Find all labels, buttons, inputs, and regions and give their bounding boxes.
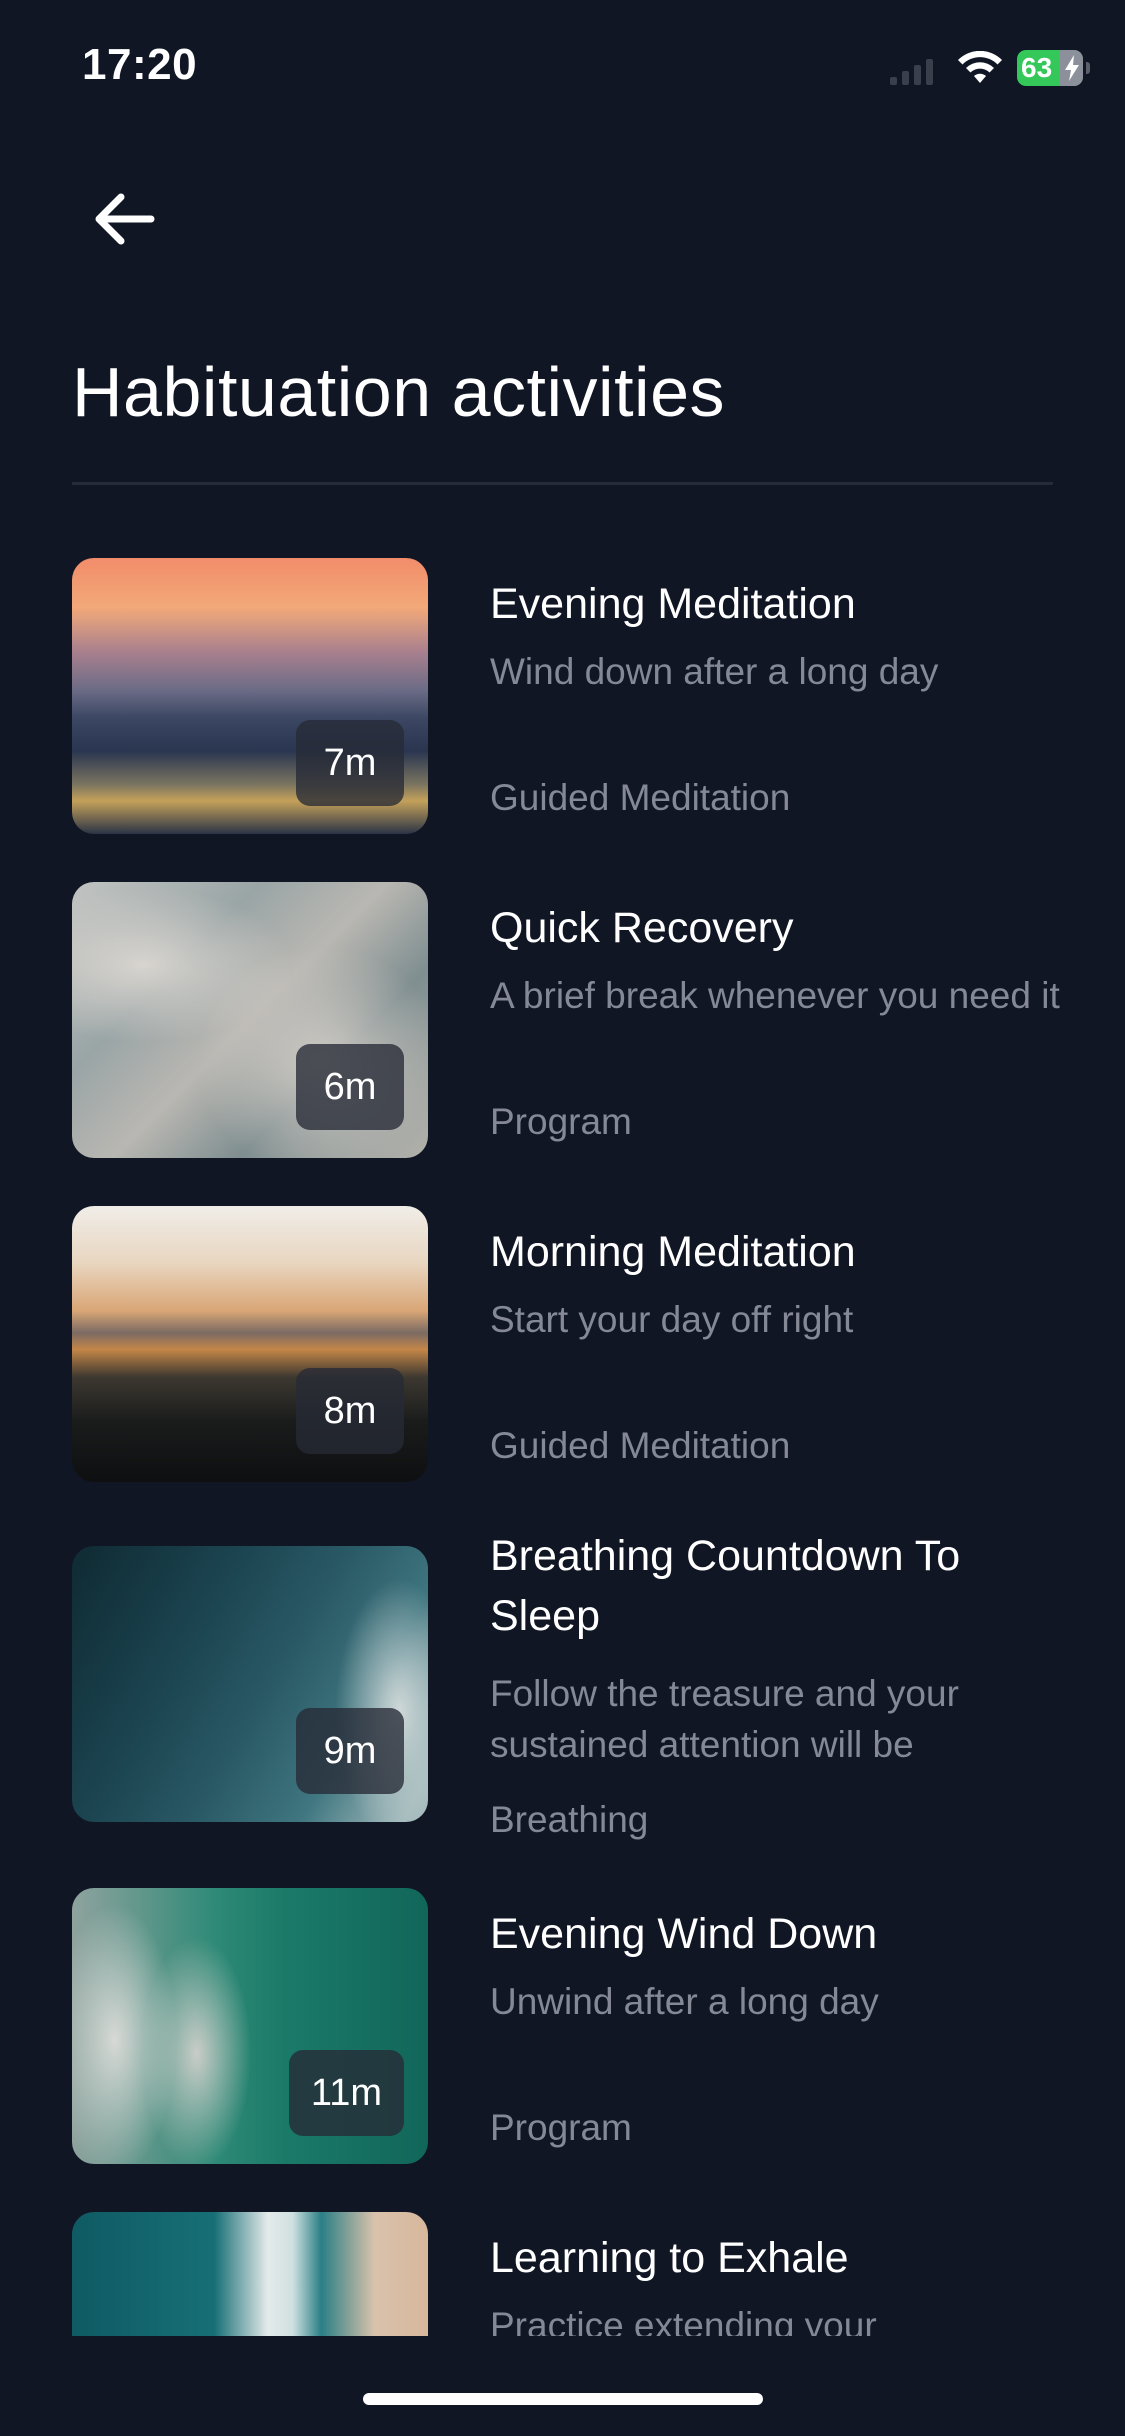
activity-category: Guided Meditation: [490, 1425, 791, 1466]
activity-subtitle: Start your day off right: [490, 1299, 854, 1340]
activity-title: Breathing Countdown To Sleep: [490, 1532, 961, 1640]
activity-thumbnail: 11m: [72, 1888, 428, 2164]
activity-card[interactable]: 7m Evening Meditation Wind down after a …: [72, 558, 1072, 838]
activity-title: Morning Meditation: [490, 1228, 856, 1276]
activity-title: Quick Recovery: [490, 904, 794, 952]
home-indicator[interactable]: [363, 2393, 763, 2405]
activity-category: Breathing: [490, 1799, 649, 1840]
activity-thumbnail: [72, 2212, 428, 2336]
activity-category: Guided Meditation: [490, 777, 791, 818]
activity-card[interactable]: 6m Quick Recovery A brief break whenever…: [72, 882, 1072, 1162]
activity-title: Evening Meditation: [490, 580, 856, 628]
activity-card[interactable]: Learning to Exhale Practice extending yo…: [72, 2212, 1072, 2336]
activity-subtitle: Wind down after a long day: [490, 651, 939, 692]
activity-card[interactable]: 8m Morning Meditation Start your day off…: [72, 1206, 1072, 1486]
activity-subtitle: Follow the treasure and your sustained a…: [490, 1673, 959, 1765]
screen: 17:20 63 Habituation activities 7m Eveni…: [0, 0, 1125, 2436]
activity-thumbnail: 8m: [72, 1206, 428, 1482]
duration-badge: 9m: [296, 1708, 404, 1794]
battery-level: 63: [1021, 52, 1053, 83]
battery-icon: 63: [1017, 50, 1090, 86]
duration-badge: 8m: [296, 1368, 404, 1454]
duration-badge: 6m: [296, 1044, 404, 1130]
activity-thumbnail: 7m: [72, 558, 428, 834]
activity-category: Program: [490, 1101, 632, 1142]
duration-badge: 11m: [288, 2050, 404, 2136]
activity-card[interactable]: 11m Evening Wind Down Unwind after a lon…: [72, 1888, 1072, 2168]
activity-card[interactable]: 9m Breathing Countdown To Sleep Follow t…: [72, 1532, 1072, 1840]
activity-thumbnail: 9m: [72, 1546, 428, 1822]
activity-title: Learning to Exhale: [490, 2234, 849, 2282]
duration-badge: 7m: [296, 720, 404, 806]
activity-subtitle: Practice extending your: [490, 2305, 877, 2336]
activity-subtitle: A brief break whenever you need it: [490, 975, 1060, 1016]
activity-thumbnail: 6m: [72, 882, 428, 1158]
activity-list[interactable]: 7m Evening Meditation Wind down after a …: [0, 0, 1125, 2336]
activity-subtitle: Unwind after a long day: [490, 1981, 879, 2022]
activity-category: Program: [490, 2107, 632, 2148]
charging-bolt-icon: [1065, 55, 1079, 81]
activity-title: Evening Wind Down: [490, 1910, 878, 1958]
